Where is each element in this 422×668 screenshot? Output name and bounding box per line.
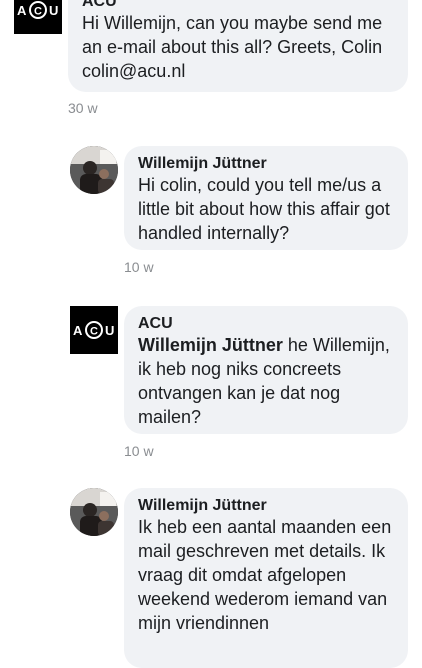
svg-text:C: C [34,6,42,18]
comment-author[interactable]: ACU [82,0,394,11]
profile-photo-avatar[interactable] [70,146,118,194]
comment-bubble[interactable]: Willemijn Jüttner Hi colin, could you te… [124,146,408,250]
acu-logo-avatar[interactable]: A C U [70,306,118,354]
acu-logo-icon: A C U [73,321,114,339]
comment-acu-1: A C U ACU Hi Willemijn, can you maybe se… [0,0,422,120]
acu-logo-icon: A C U [17,1,58,19]
comment-text: Willemijn Jüttner he Willemijn, ik heb n… [138,333,394,429]
comment-author[interactable]: Willemijn Jüttner [138,496,394,515]
comment-text: Hi colin, could you tell me/us a little … [138,175,390,243]
comment-timestamp[interactable]: 10 w [124,443,154,459]
comment-timestamp[interactable]: 10 w [124,259,154,275]
comment-timestamp[interactable]: 30 w [68,100,98,116]
comment-bubble[interactable]: ACU Willemijn Jüttner he Willemijn, ik h… [124,306,408,434]
svg-text:C: C [90,326,98,338]
acu-logo-avatar[interactable]: A C U [14,0,62,34]
comment-willemijn-1: Willemijn Jüttner Hi colin, could you te… [0,146,422,286]
comment-text: Hi Willemijn, can you maybe send me an e… [82,13,383,81]
comment-text: Ik heb een aantal maanden een mail gesch… [138,517,392,633]
comment-author[interactable]: ACU [138,314,394,333]
profile-photo-icon [70,488,118,536]
comment-bubble[interactable]: ACU Hi Willemijn, can you maybe send me … [68,0,408,92]
profile-photo-avatar[interactable] [70,488,118,536]
profile-photo-icon [70,146,118,194]
comment-willemijn-2: Willemijn Jüttner Ik heb een aantal maan… [0,488,422,668]
comment-thread: A C U ACU Hi Willemijn, can you maybe se… [0,0,422,668]
mention-link[interactable]: Willemijn Jüttner [138,335,283,355]
svg-text:U: U [49,3,58,18]
comment-acu-2: A C U ACU Willemijn Jüttner he Willemijn… [0,306,422,466]
comment-bubble[interactable]: Willemijn Jüttner Ik heb een aantal maan… [124,488,408,668]
comment-author[interactable]: Willemijn Jüttner [138,154,394,173]
svg-text:A: A [17,3,27,18]
svg-text:U: U [105,323,114,338]
svg-text:A: A [73,323,83,338]
